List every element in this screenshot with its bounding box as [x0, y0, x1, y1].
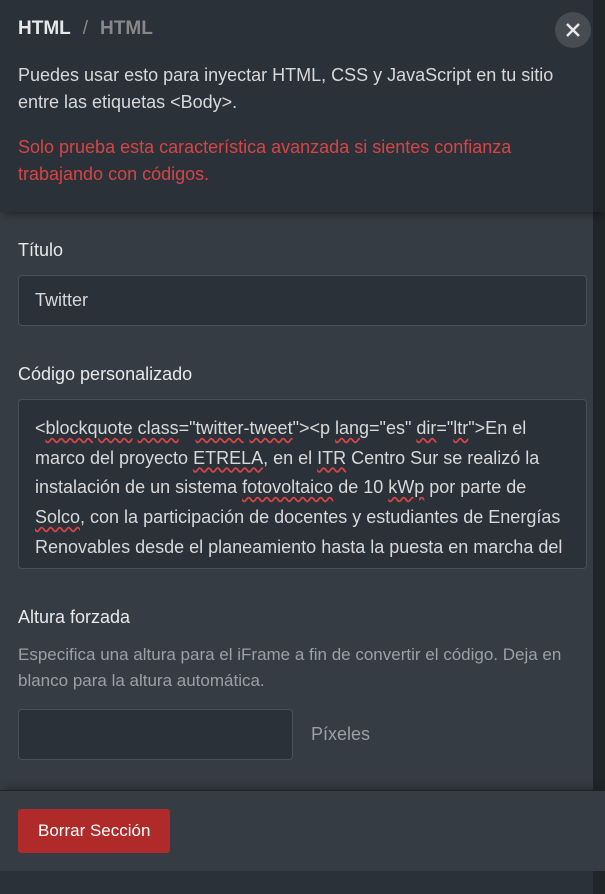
- height-help: Especifica una altura para el iFrame a f…: [18, 642, 587, 695]
- delete-section-button[interactable]: Borrar Sección: [18, 809, 170, 853]
- height-input[interactable]: [18, 709, 293, 760]
- height-label: Altura forzada: [18, 607, 587, 628]
- code-textarea[interactable]: <blockquote class="twitter-tweet"><p lan…: [18, 399, 587, 569]
- code-field-group: Código personalizado <blockquote class="…: [18, 364, 587, 569]
- breadcrumb-root[interactable]: HTML: [18, 18, 71, 40]
- height-field-group: Altura forzada Especifica una altura par…: [18, 607, 587, 760]
- title-field-group: Título: [18, 240, 587, 326]
- title-input[interactable]: [18, 275, 587, 326]
- warning-text: Solo prueba esta característica avanzada…: [18, 134, 587, 188]
- intro-text: Puedes usar esto para inyectar HTML, CSS…: [18, 62, 587, 116]
- form-body: Título Código personalizado <blockquote …: [0, 212, 605, 790]
- title-label: Título: [18, 240, 587, 261]
- code-label: Código personalizado: [18, 364, 587, 385]
- panel-footer: Borrar Sección: [0, 790, 605, 871]
- close-button[interactable]: [555, 12, 591, 48]
- code-content: <blockquote class="twitter-tweet"><p lan…: [35, 414, 570, 562]
- close-icon: [566, 23, 580, 37]
- height-row: Píxeles: [18, 709, 587, 760]
- breadcrumb-current: HTML: [100, 18, 153, 40]
- breadcrumb: HTML / HTML: [18, 18, 587, 40]
- panel-header: HTML / HTML Puedes usar esto para inyect…: [0, 0, 605, 212]
- breadcrumb-separator: /: [83, 18, 88, 40]
- height-unit: Píxeles: [311, 724, 370, 745]
